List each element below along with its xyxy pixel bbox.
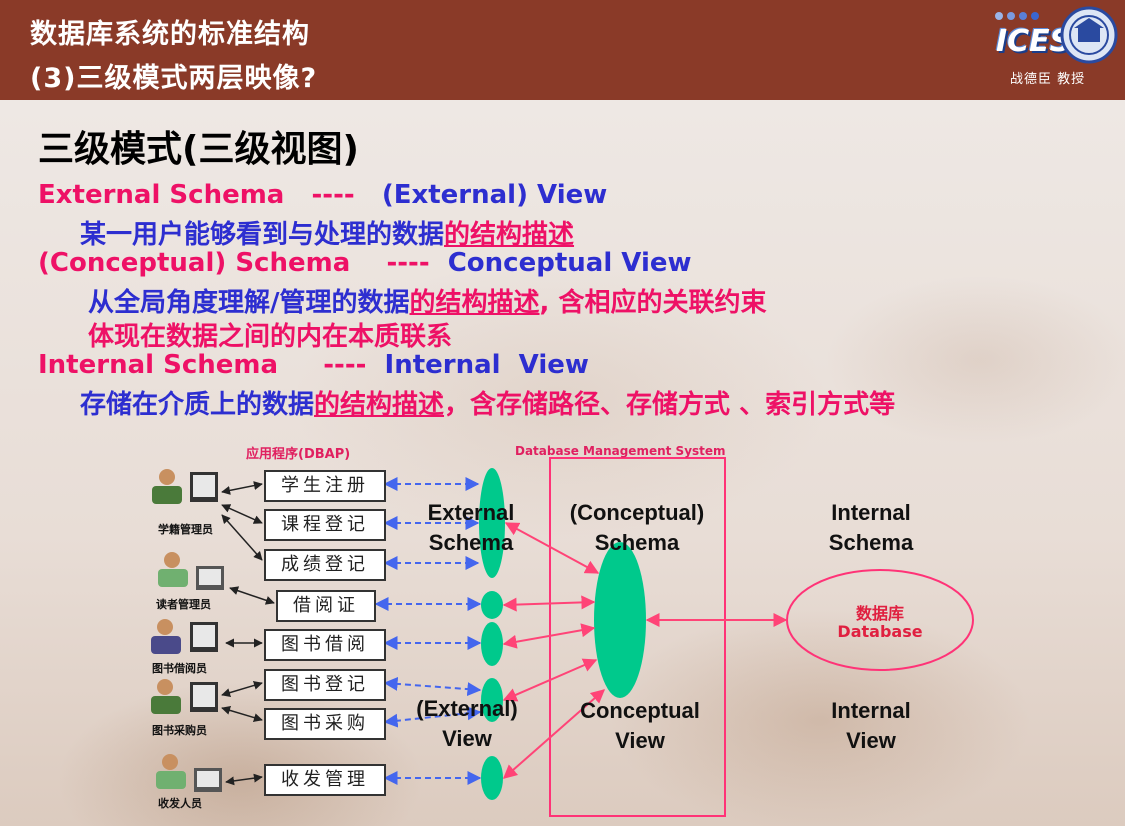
person-computer-icon [151, 679, 218, 714]
person-caption: 读者管理员 [156, 598, 211, 611]
user-link-1 [221, 481, 263, 495]
architecture-diagram [151, 457, 974, 817]
external-schema-ellipse-5 [481, 756, 503, 800]
person-computer-icon [158, 552, 224, 590]
user-link-4 [229, 586, 275, 605]
external-schema-ellipse-3 [481, 622, 503, 666]
label-external-schema: External Schema [427, 500, 515, 555]
label-internal-schema: Internal Schema [828, 500, 914, 555]
label-conceptual-view: Conceptual View [580, 698, 700, 753]
label-conceptual-schema: (Conceptual) Schema [569, 500, 705, 555]
app-box-book-registration: 图书登记 [264, 669, 386, 701]
dbms-title: Database Management System [515, 444, 726, 458]
user-link-6 [221, 681, 263, 697]
label-external-view: (External) View [416, 696, 518, 751]
app-box-course-registration: 课程登记 [264, 509, 386, 541]
app-box-student-registration: 学生注册 [264, 470, 386, 502]
person-computer-icon [152, 469, 218, 504]
user-link-7 [221, 706, 263, 722]
user-link-8 [225, 773, 263, 786]
person-caption: 图书采购员 [152, 724, 207, 737]
label-internal-view: Internal View [831, 698, 911, 753]
app-box-dispatch-management: 收发管理 [264, 764, 386, 796]
database-label-en: Database [837, 622, 923, 641]
app-link-6 [383, 676, 482, 697]
app-group-title: 应用程序(DBAP) [246, 447, 351, 462]
database-label-cn: 数据库 [855, 604, 904, 623]
person-caption: 学籍管理员 [158, 523, 213, 536]
external-schema-ellipse-2 [481, 591, 503, 619]
person-caption: 收发人员 [158, 797, 202, 810]
app-box-grade-registration: 成绩登记 [264, 549, 386, 581]
person-caption: 图书借阅员 [152, 662, 207, 675]
person-computer-icon [151, 619, 218, 654]
user-link-2 [221, 504, 263, 524]
conceptual-schema-ellipse [594, 542, 646, 698]
app-box-book-purchase: 图书采购 [264, 708, 386, 740]
app-box-book-borrowing: 图书借阅 [264, 629, 386, 661]
app-box-library-card: 借阅证 [276, 590, 376, 622]
user-link-3 [221, 514, 263, 561]
person-computer-icon [156, 754, 222, 792]
